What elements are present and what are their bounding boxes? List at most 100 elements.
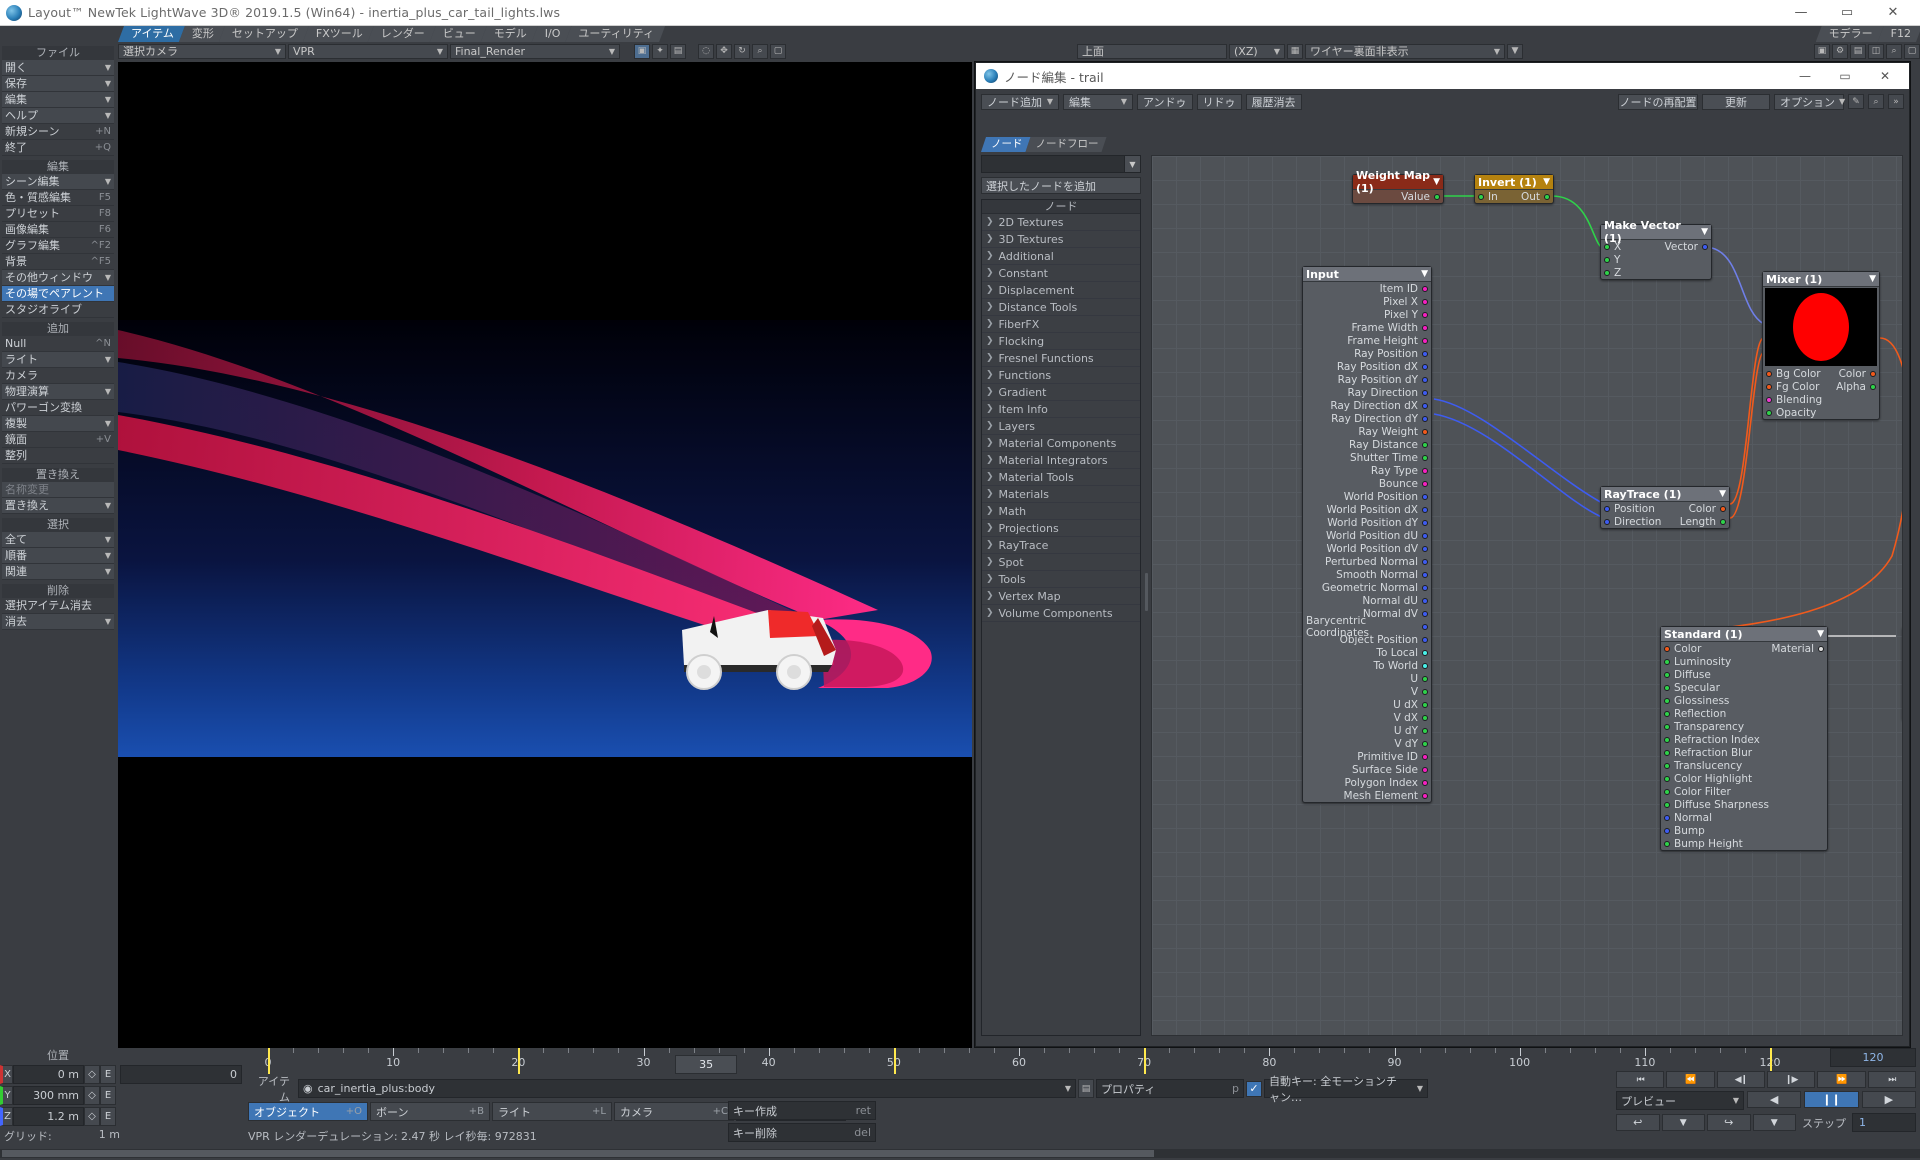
transport-button-0[interactable]: ⏮ xyxy=(1616,1071,1665,1088)
node-port[interactable] xyxy=(1422,740,1428,747)
node-editor-maximize-button[interactable]: ▭ xyxy=(1825,63,1865,89)
clear-history-button[interactable]: 履歴消去 xyxy=(1245,93,1302,110)
node-standard[interactable]: Standard (1) ▼ Color Material Luminosity Diff… xyxy=(1660,626,1828,851)
node-header[interactable]: Invert (1) ▼ xyxy=(1475,175,1553,190)
sidebar-item-0-3[interactable]: ヘルプ ▼ xyxy=(2,108,114,124)
tab-0[interactable]: アイテム xyxy=(118,26,185,42)
node-io-row[interactable]: Opacity xyxy=(1763,406,1879,419)
node-category-row[interactable]: ❯ Layers xyxy=(982,418,1140,435)
create-key-button[interactable]: キー作成 ret xyxy=(728,1101,876,1120)
node-raytrace[interactable]: RayTrace (1) ▼ Position Color Direction Lengt… xyxy=(1600,486,1730,529)
timeline-current-frame[interactable]: 35 xyxy=(675,1055,738,1074)
node-port[interactable] xyxy=(1422,376,1428,383)
mode-button-2[interactable]: ライト +L xyxy=(492,1102,612,1121)
node-category-row[interactable]: ❯ Fresnel Functions xyxy=(982,350,1140,367)
node-port[interactable] xyxy=(1422,493,1428,500)
play-forward-button[interactable]: ▶ xyxy=(1861,1091,1916,1108)
node-io-row[interactable]: Color Filter xyxy=(1661,785,1827,798)
chevron-down-icon[interactable]: ▼ xyxy=(1719,489,1726,499)
node-output-row[interactable]: Ray Weight xyxy=(1303,425,1431,438)
node-output-row[interactable]: Pixel X xyxy=(1303,295,1431,308)
axis-envelope-button[interactable]: E xyxy=(100,1086,116,1105)
timeline[interactable]: 010203040506070809010011012035 xyxy=(248,1048,1781,1074)
node-port[interactable] xyxy=(1604,243,1610,250)
node-output-row[interactable]: Ray Position dX xyxy=(1303,360,1431,373)
node-output-row[interactable]: World Position dY xyxy=(1303,516,1431,529)
node-port[interactable] xyxy=(1422,285,1428,292)
node-surface[interactable]: Surface▼MaterialNormalBumpDisplacementCl… xyxy=(1902,626,1903,721)
node-io-row[interactable]: Color Highlight xyxy=(1661,772,1827,785)
node-output-row[interactable]: Polygon Index xyxy=(1303,776,1431,789)
chevron-down-icon[interactable]: ▼ xyxy=(1817,629,1824,639)
transport-button-5[interactable]: ⏭ xyxy=(1867,1071,1916,1088)
node-port[interactable] xyxy=(1422,298,1428,305)
node-port[interactable] xyxy=(1766,370,1772,377)
play-reverse-button[interactable]: ◀ xyxy=(1747,1091,1802,1108)
node-output-row[interactable]: World Position dX xyxy=(1303,503,1431,516)
node-category-row[interactable]: ❯ Material Tools xyxy=(982,469,1140,486)
node-port[interactable] xyxy=(1870,383,1876,390)
node-port[interactable] xyxy=(1434,193,1440,200)
node-category-row[interactable]: ❯ Gradient xyxy=(982,384,1140,401)
axis-value-y[interactable]: 300 mm xyxy=(13,1086,84,1105)
node-port[interactable] xyxy=(1664,684,1670,691)
close-button[interactable]: ✕ xyxy=(1870,0,1916,26)
viewport-grid-icon[interactable]: ▦ xyxy=(1287,43,1303,59)
node-port[interactable] xyxy=(1422,324,1428,331)
node-category-list[interactable]: ノード ❯ 2D Textures ❯ 3D Textures ❯ Additional ❯… xyxy=(981,199,1141,1036)
current-frame-field[interactable]: 0 xyxy=(120,1065,242,1084)
tab-4[interactable]: レンダー xyxy=(368,26,436,42)
node-io-row[interactable]: Bg Color Color xyxy=(1763,367,1879,380)
node-output-row[interactable]: V dY xyxy=(1303,737,1431,750)
chevron-down-icon[interactable]: ▼ xyxy=(1869,274,1876,284)
axis-label-y[interactable]: Y xyxy=(0,1086,13,1105)
node-output-row[interactable]: Barycentric Coordinates xyxy=(1303,615,1431,639)
node-output-row[interactable]: Primitive ID xyxy=(1303,750,1431,763)
node-output-row[interactable]: Ray Position xyxy=(1303,347,1431,360)
node-output-row[interactable]: Item ID xyxy=(1303,282,1431,295)
node-mixer[interactable]: Mixer (1) ▼ Bg Color Color Fg Color Alpha Blen… xyxy=(1762,271,1880,420)
sidebar-item-1-5[interactable]: 背景 ^F5 xyxy=(2,254,114,270)
node-category-row[interactable]: ❯ Material Integrators xyxy=(982,452,1140,469)
horizontal-scrollbar[interactable] xyxy=(0,1149,1920,1158)
node-port[interactable] xyxy=(1664,788,1670,795)
sidebar-item-2-7[interactable]: 整列 xyxy=(2,448,114,464)
node-output-row[interactable]: U dY xyxy=(1303,724,1431,737)
node-io-row[interactable]: In Out xyxy=(1475,190,1553,203)
sidebar-item-2-2[interactable]: カメラ xyxy=(2,368,114,384)
node-category-row[interactable]: ❯ FiberFX xyxy=(982,316,1140,333)
autokey-combo[interactable]: 自動キー: 全モーションチャン… ▼ xyxy=(1264,1075,1428,1104)
node-category-row[interactable]: ❯ Materials xyxy=(982,486,1140,503)
node-output-row[interactable]: Shutter Time xyxy=(1303,451,1431,464)
node-port[interactable] xyxy=(1702,243,1708,250)
node-editor-window[interactable]: ノード編集 - trail — ▭ ✕ ノード追加 ▼ 編集 ▼ アンドゥ リド… xyxy=(975,62,1910,1047)
sidebar-item-1-6[interactable]: その他ウィンドウ ▼ xyxy=(2,270,114,286)
chevron-down-icon[interactable]: ▼ xyxy=(1661,1114,1705,1131)
options-button[interactable]: オプション ▼ xyxy=(1774,93,1845,110)
sidebar-item-2-5[interactable]: 複製 ▼ xyxy=(2,416,114,432)
sidebar-item-2-3[interactable]: 物理演算 ▼ xyxy=(2,384,114,400)
node-port[interactable] xyxy=(1422,727,1428,734)
pin-icon[interactable]: ✎ xyxy=(1848,94,1864,109)
shading-extra-icon[interactable]: ▼ xyxy=(1507,43,1523,59)
node-port[interactable] xyxy=(1422,545,1428,552)
node-port[interactable] xyxy=(1422,662,1428,669)
node-port[interactable] xyxy=(1664,710,1670,717)
light-icon[interactable]: ✦ xyxy=(652,43,668,59)
node-port[interactable] xyxy=(1664,827,1670,834)
node-port[interactable] xyxy=(1422,467,1428,474)
tab-7[interactable]: I/O xyxy=(532,26,572,42)
mode-button-1[interactable]: ボーン +B xyxy=(370,1102,490,1121)
sidebar-item-1-7[interactable]: その場でペアレント xyxy=(2,286,114,302)
vp-icon-6[interactable]: ▢ xyxy=(1904,43,1920,59)
node-graph-canvas[interactable]: X:52 Y:103 Zoom:100% Weight Map (1)▼Valu… xyxy=(1151,155,1903,1036)
node-output-row[interactable]: Normal dU xyxy=(1303,594,1431,607)
node-port[interactable] xyxy=(1664,775,1670,782)
vp-icon-3[interactable]: ▤ xyxy=(1850,43,1866,59)
node-output-row[interactable]: To Local xyxy=(1303,646,1431,659)
node-port[interactable] xyxy=(1422,792,1428,799)
axis-value-z[interactable]: 1.2 m xyxy=(13,1107,84,1126)
node-category-row[interactable]: ❯ Projections xyxy=(982,520,1140,537)
node-port[interactable] xyxy=(1664,762,1670,769)
node-port[interactable] xyxy=(1720,518,1726,525)
